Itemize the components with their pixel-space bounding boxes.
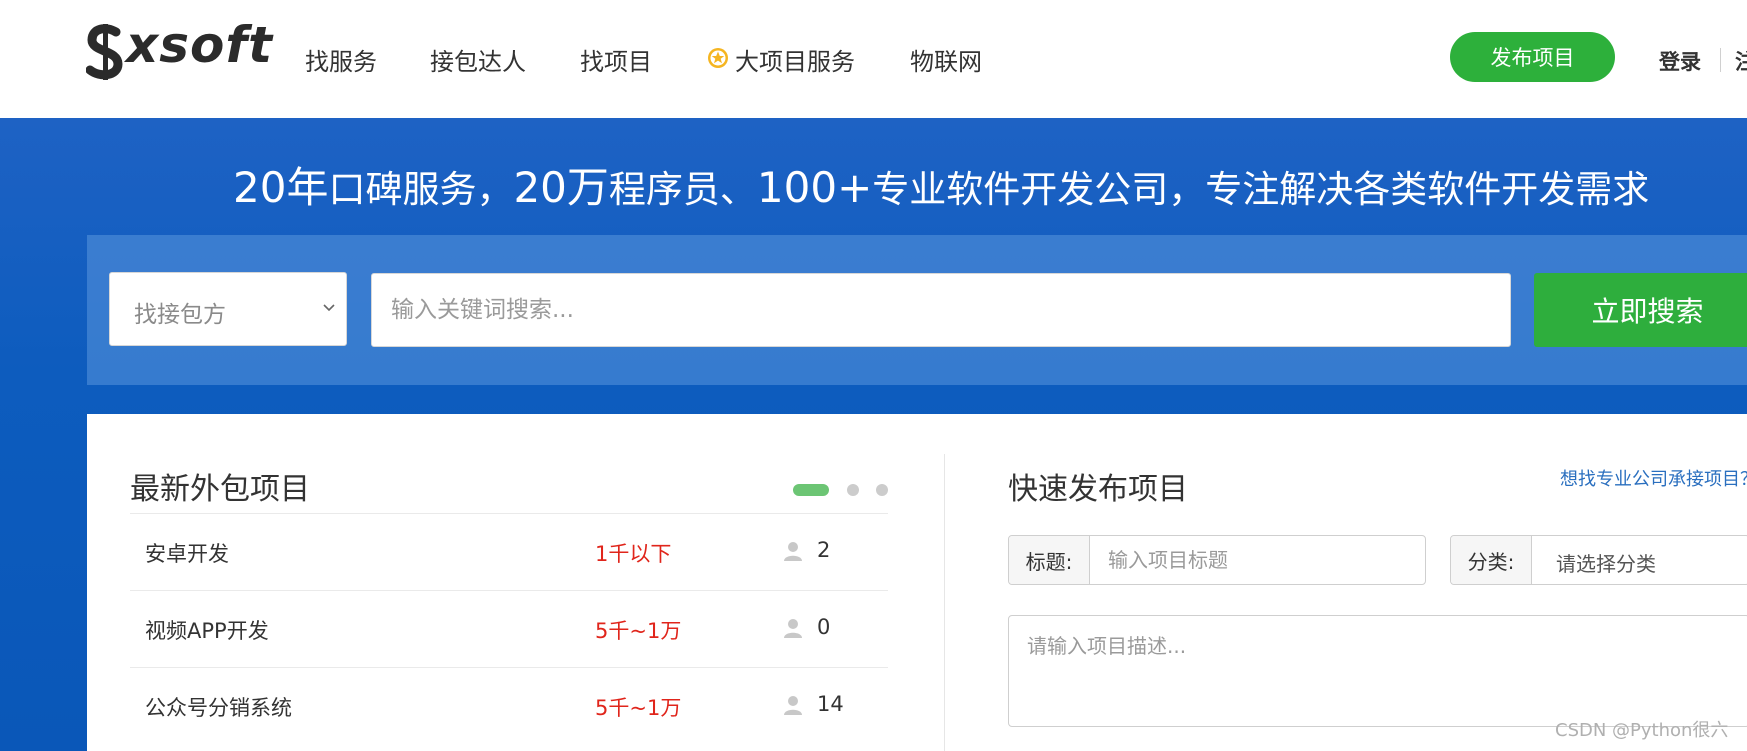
logo-text: xsoft (126, 16, 274, 74)
headline-programmers: 20万 (513, 163, 609, 212)
headline-text-3: 专业软件开发公司，专注解决各类软件开发需求 (872, 168, 1650, 211)
project-name: 安卓开发 (145, 542, 229, 566)
headline-text-1: 口碑服务， (328, 168, 514, 211)
category-select-value[interactable]: 请选择分类 (1556, 548, 1656, 577)
project-budget: 5千~1万 (595, 696, 682, 720)
search-type-select[interactable]: 找接包方 (109, 272, 347, 346)
auth-divider (1720, 48, 1721, 72)
latest-projects-title: 最新外包项目 (130, 472, 310, 507)
register-link[interactable]: 注 (1735, 46, 1747, 76)
project-budget: 5千~1万 (595, 619, 682, 643)
headline-companies: 100+ (756, 163, 873, 212)
project-name: 视频APP开发 (145, 619, 269, 643)
nav-contractors[interactable]: 接包达人 (430, 42, 526, 77)
project-title-input[interactable] (1090, 536, 1420, 584)
search-now-button[interactable]: 立即搜索 (1534, 273, 1747, 347)
banner-headline: 20年口碑服务，20万程序员、100+专业软件开发公司，专注解决各类软件开发需求 (0, 154, 1747, 215)
carousel-dot-3[interactable] (876, 484, 888, 496)
bidder-count: 2 (817, 538, 831, 562)
project-list: 安卓开发 1千以下 2 视频APP开发 5千~1万 0 公众号分销系统 5千~1… (130, 513, 888, 744)
carousel-dot-2[interactable] (847, 484, 859, 496)
column-divider (944, 454, 945, 751)
project-description-input[interactable] (1008, 615, 1747, 727)
category-field[interactable]: 分类: 请选择分类 (1450, 535, 1747, 585)
bidder-count: 0 (817, 615, 831, 639)
project-row[interactable]: 安卓开发 1千以下 2 (130, 513, 888, 590)
carousel-dot-active[interactable] (793, 484, 829, 496)
project-title-field: 标题: (1008, 535, 1426, 585)
chevron-down-icon (323, 304, 335, 312)
category-label: 分类: (1451, 536, 1532, 584)
project-budget: 1千以下 (595, 542, 672, 566)
headline-years: 20年 (233, 163, 329, 212)
user-icon (784, 696, 802, 715)
publish-project-button[interactable]: 发布项目 (1450, 32, 1615, 82)
quick-publish-title: 快速发布项目 (1008, 472, 1188, 507)
project-row[interactable]: 公众号分销系统 5千~1万 14 (130, 667, 888, 744)
project-row[interactable]: 视频APP开发 5千~1万 0 (130, 590, 888, 667)
nav-big-project-service[interactable]: 大项目服务 (735, 42, 855, 77)
bidder-count: 14 (817, 692, 844, 716)
nav-iot[interactable]: 物联网 (910, 42, 982, 77)
project-name: 公众号分销系统 (145, 696, 292, 720)
title-label: 标题: (1009, 536, 1090, 584)
user-icon (784, 542, 802, 561)
source-watermark: CSDN @Python很六 (1555, 720, 1729, 741)
top-header: xsoft 找服务 接包达人 找项目 大项目服务 物联网 发布项目 登录 注 (0, 0, 1747, 118)
user-icon (784, 619, 802, 638)
nav-find-project[interactable]: 找项目 (580, 42, 652, 77)
find-company-link[interactable]: 想找专业公司承接项目？ (1560, 465, 1747, 491)
content-card: 最新外包项目 安卓开发 1千以下 2 视频APP开发 5千~1万 0 公众号分销… (87, 414, 1747, 751)
search-type-value: 找接包方 (134, 302, 226, 328)
site-logo[interactable]: xsoft (86, 16, 282, 84)
star-badge-icon (708, 48, 728, 68)
headline-text-2: 程序员、 (608, 168, 757, 211)
login-link[interactable]: 登录 (1659, 46, 1701, 76)
logo-s-icon (86, 24, 123, 80)
nav-find-service[interactable]: 找服务 (305, 42, 377, 77)
keyword-search-input[interactable] (371, 273, 1511, 347)
